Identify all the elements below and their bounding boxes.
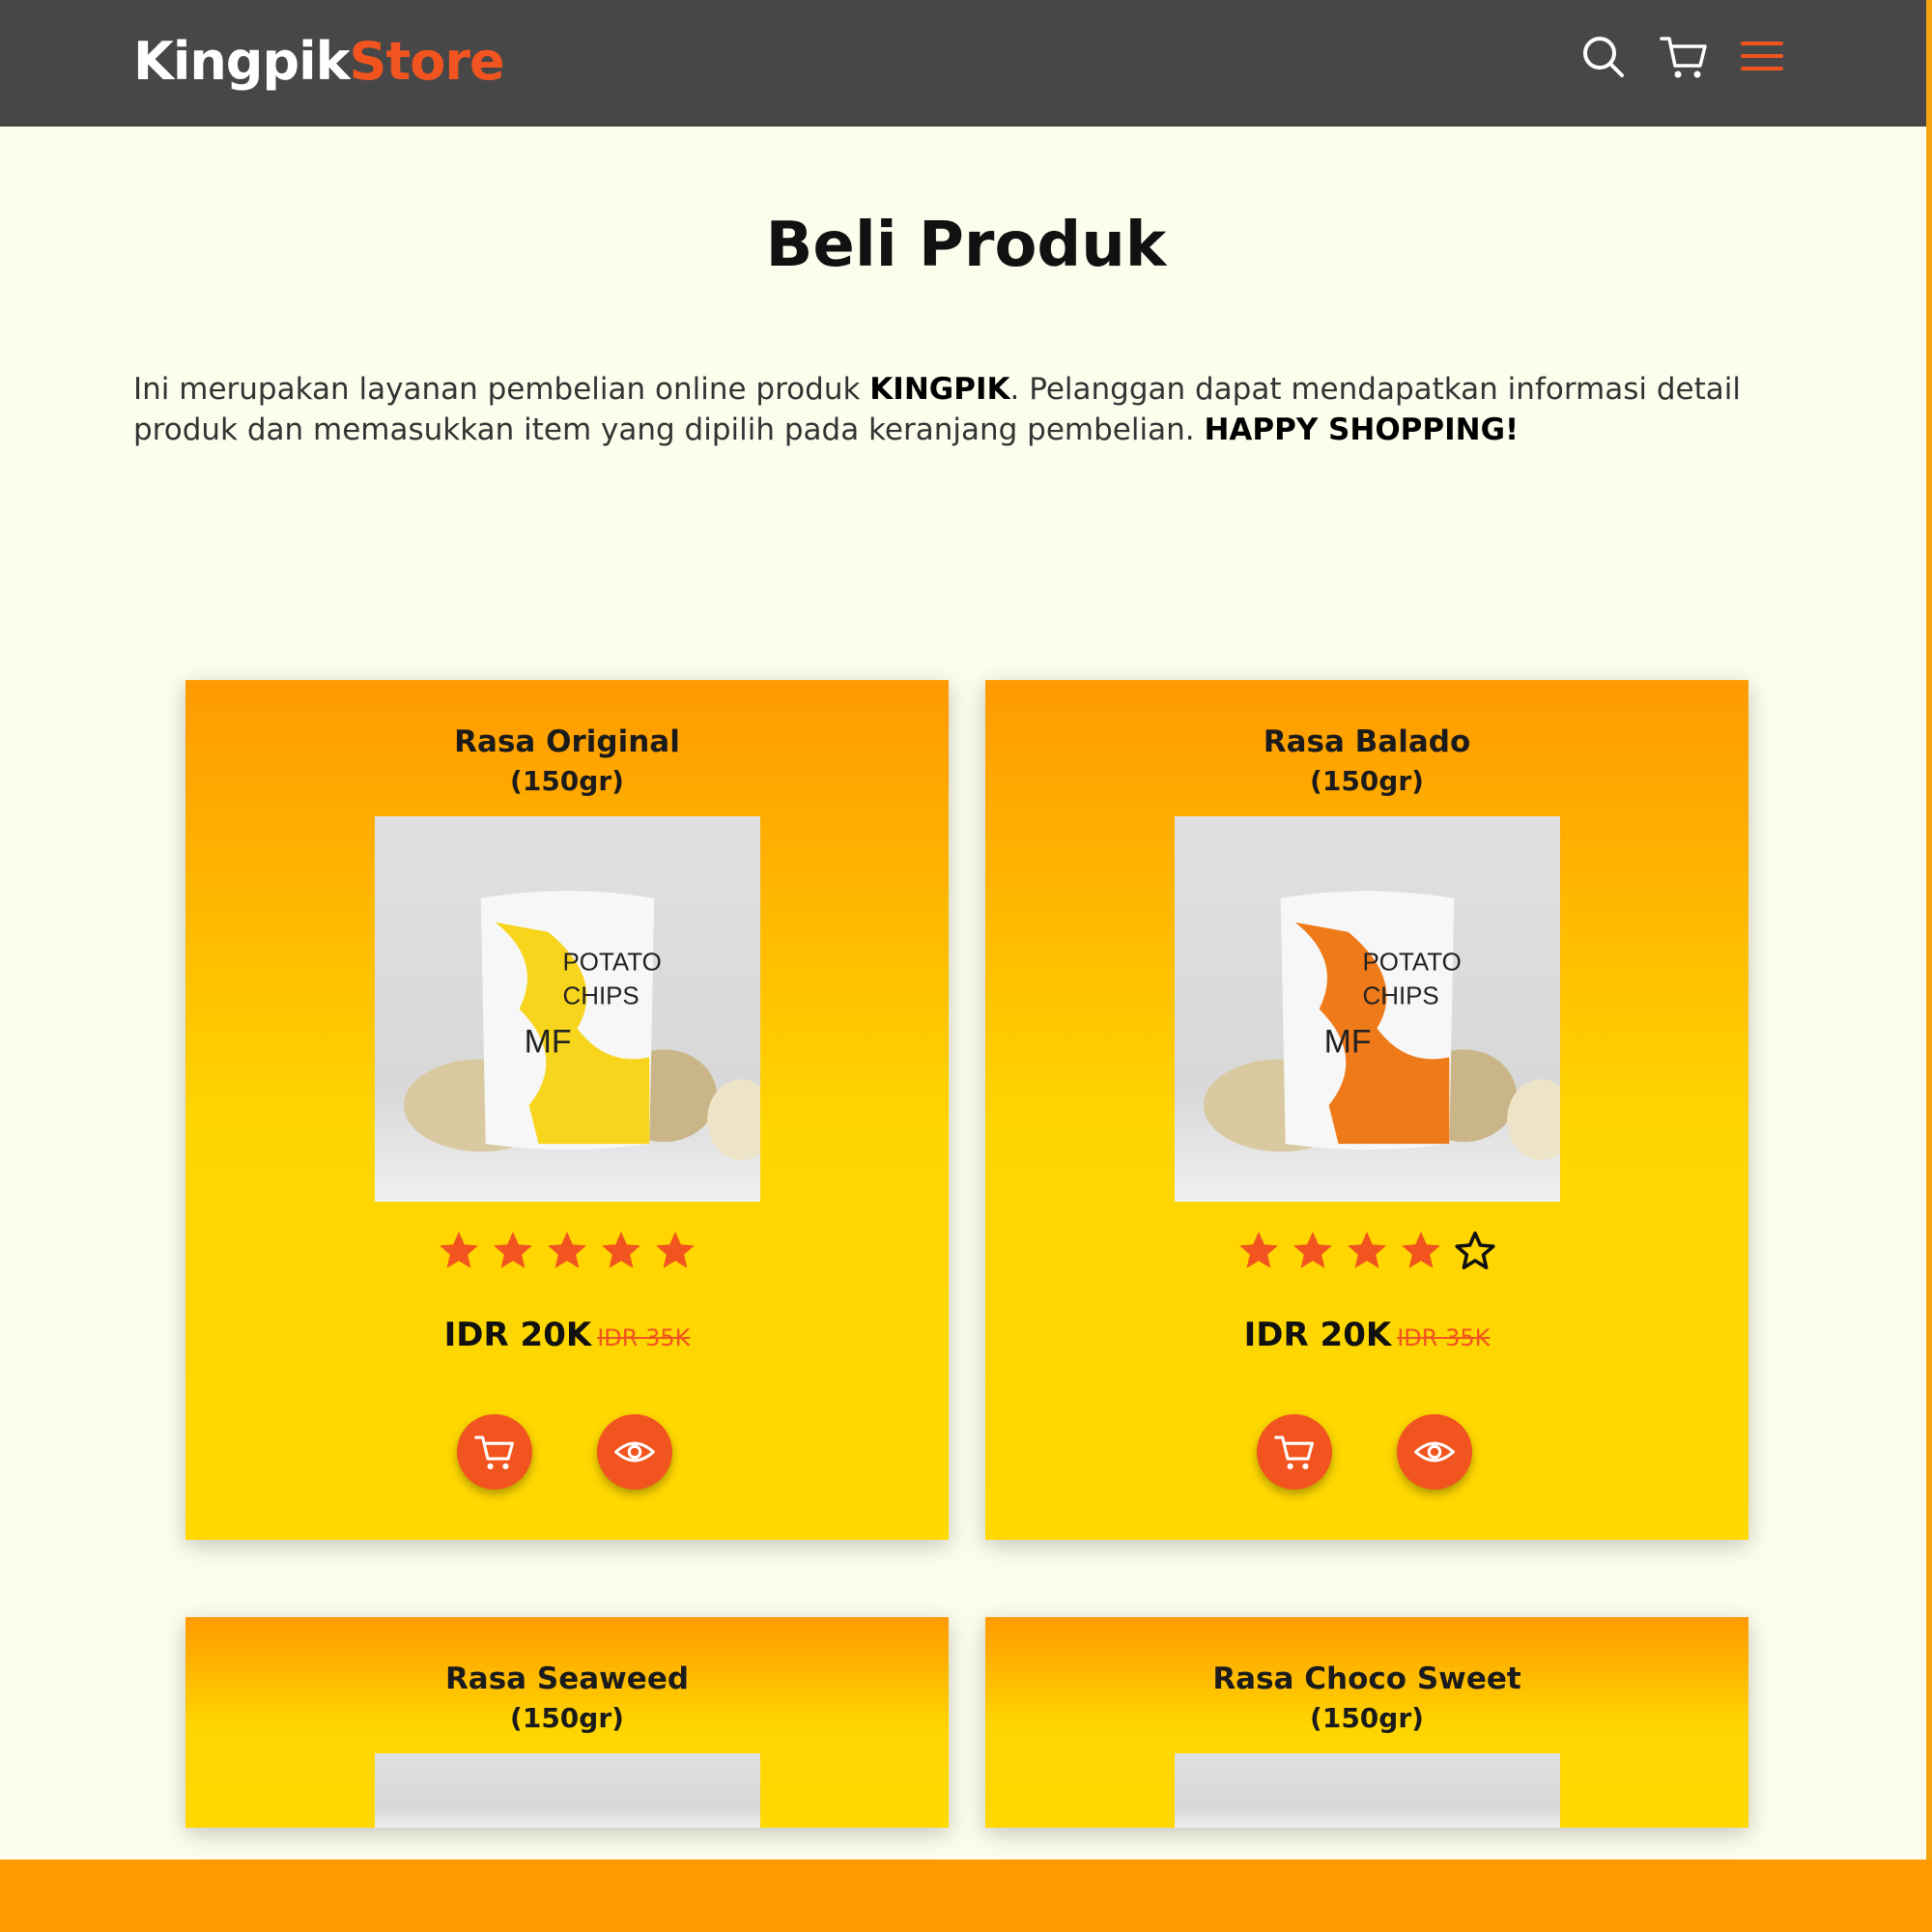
product-image: POTATO CHIPS MF xyxy=(375,816,760,1202)
star-filled-icon xyxy=(1398,1228,1444,1274)
footer-bar xyxy=(0,1860,1932,1932)
product-card: Rasa Balado (150gr) POTATO CHIPS MF IDR … xyxy=(985,680,1748,1540)
navbar: KingpikStore xyxy=(0,0,1926,127)
logo-text-accent: Store xyxy=(349,31,505,92)
product-name: Rasa Original xyxy=(454,724,680,759)
star-filled-icon xyxy=(598,1228,644,1274)
product-weight: (150gr) xyxy=(1310,1702,1424,1734)
intro-brand: KINGPIK xyxy=(869,372,1010,407)
page-title: Beli Produk xyxy=(765,210,1167,281)
price-current: IDR 20K xyxy=(1243,1316,1392,1354)
view-detail-button[interactable] xyxy=(1397,1414,1472,1490)
product-image: POTATO CHIPS MF xyxy=(1175,816,1560,1202)
price-old: IDR 35K xyxy=(597,1324,691,1351)
cart-icon[interactable] xyxy=(1660,33,1708,81)
menu-icon[interactable] xyxy=(1739,33,1787,81)
price-old: IDR 35K xyxy=(1397,1324,1491,1351)
search-icon[interactable] xyxy=(1579,33,1628,81)
svg-text:CHIPS: CHIPS xyxy=(1363,983,1439,1010)
star-filled-icon xyxy=(490,1228,536,1274)
svg-text:POTATO: POTATO xyxy=(1363,950,1462,977)
intro-closing: HAPPY SHOPPING! xyxy=(1204,412,1520,447)
rating-stars xyxy=(985,1228,1748,1274)
star-filled-icon xyxy=(1290,1228,1336,1274)
product-name: Rasa Choco Sweet xyxy=(1212,1662,1521,1696)
logo-text-primary: Kingpik xyxy=(133,31,351,92)
product-name: Rasa Seaweed xyxy=(444,1662,690,1696)
product-card: Rasa Original (150gr) POTATO CHIPS MF ID… xyxy=(185,680,949,1540)
star-filled-icon xyxy=(436,1228,482,1274)
intro-paragraph: Ini merupakan layanan pembelian online p… xyxy=(133,369,1795,450)
product-price: IDR 20K IDR 35K xyxy=(185,1316,949,1354)
view-detail-button[interactable] xyxy=(597,1414,672,1490)
svg-text:POTATO: POTATO xyxy=(563,950,662,977)
star-filled-icon xyxy=(652,1228,698,1274)
product-image xyxy=(1175,1753,1560,1828)
star-empty-icon xyxy=(1452,1228,1498,1274)
star-filled-icon xyxy=(544,1228,590,1274)
product-card: Rasa Seaweed (150gr) xyxy=(185,1617,949,1828)
store-logo[interactable]: KingpikStore xyxy=(133,31,505,92)
rating-stars xyxy=(185,1228,949,1274)
svg-text:CHIPS: CHIPS xyxy=(563,983,639,1010)
product-weight: (150gr) xyxy=(1310,765,1424,797)
star-filled-icon xyxy=(1344,1228,1390,1274)
product-card: Rasa Choco Sweet (150gr) xyxy=(985,1617,1748,1828)
product-weight: (150gr) xyxy=(510,1702,624,1734)
star-filled-icon xyxy=(1236,1228,1282,1274)
product-price: IDR 20K IDR 35K xyxy=(985,1316,1748,1354)
product-name: Rasa Balado xyxy=(1263,724,1471,759)
add-to-cart-button[interactable] xyxy=(457,1414,532,1490)
add-to-cart-button[interactable] xyxy=(1257,1414,1332,1490)
product-weight: (150gr) xyxy=(510,765,624,797)
product-image xyxy=(375,1753,760,1828)
intro-text: Ini merupakan layanan pembelian online p… xyxy=(133,372,870,407)
price-current: IDR 20K xyxy=(443,1316,592,1354)
svg-text:MF: MF xyxy=(525,1023,572,1060)
svg-text:MF: MF xyxy=(1324,1023,1372,1060)
